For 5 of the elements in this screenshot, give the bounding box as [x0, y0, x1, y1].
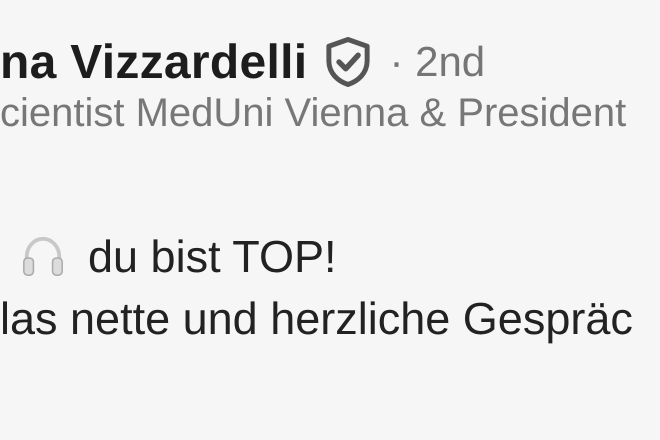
- comment-text: las nette und herzliche Gespräc: [0, 293, 633, 345]
- connection-degree: · 2nd: [389, 38, 486, 86]
- comment-text: du bist TOP!: [88, 231, 336, 283]
- author-name[interactable]: na Vizzardelli: [0, 34, 308, 90]
- author-headline: cientist MedUni Vienna & President: [0, 90, 628, 136]
